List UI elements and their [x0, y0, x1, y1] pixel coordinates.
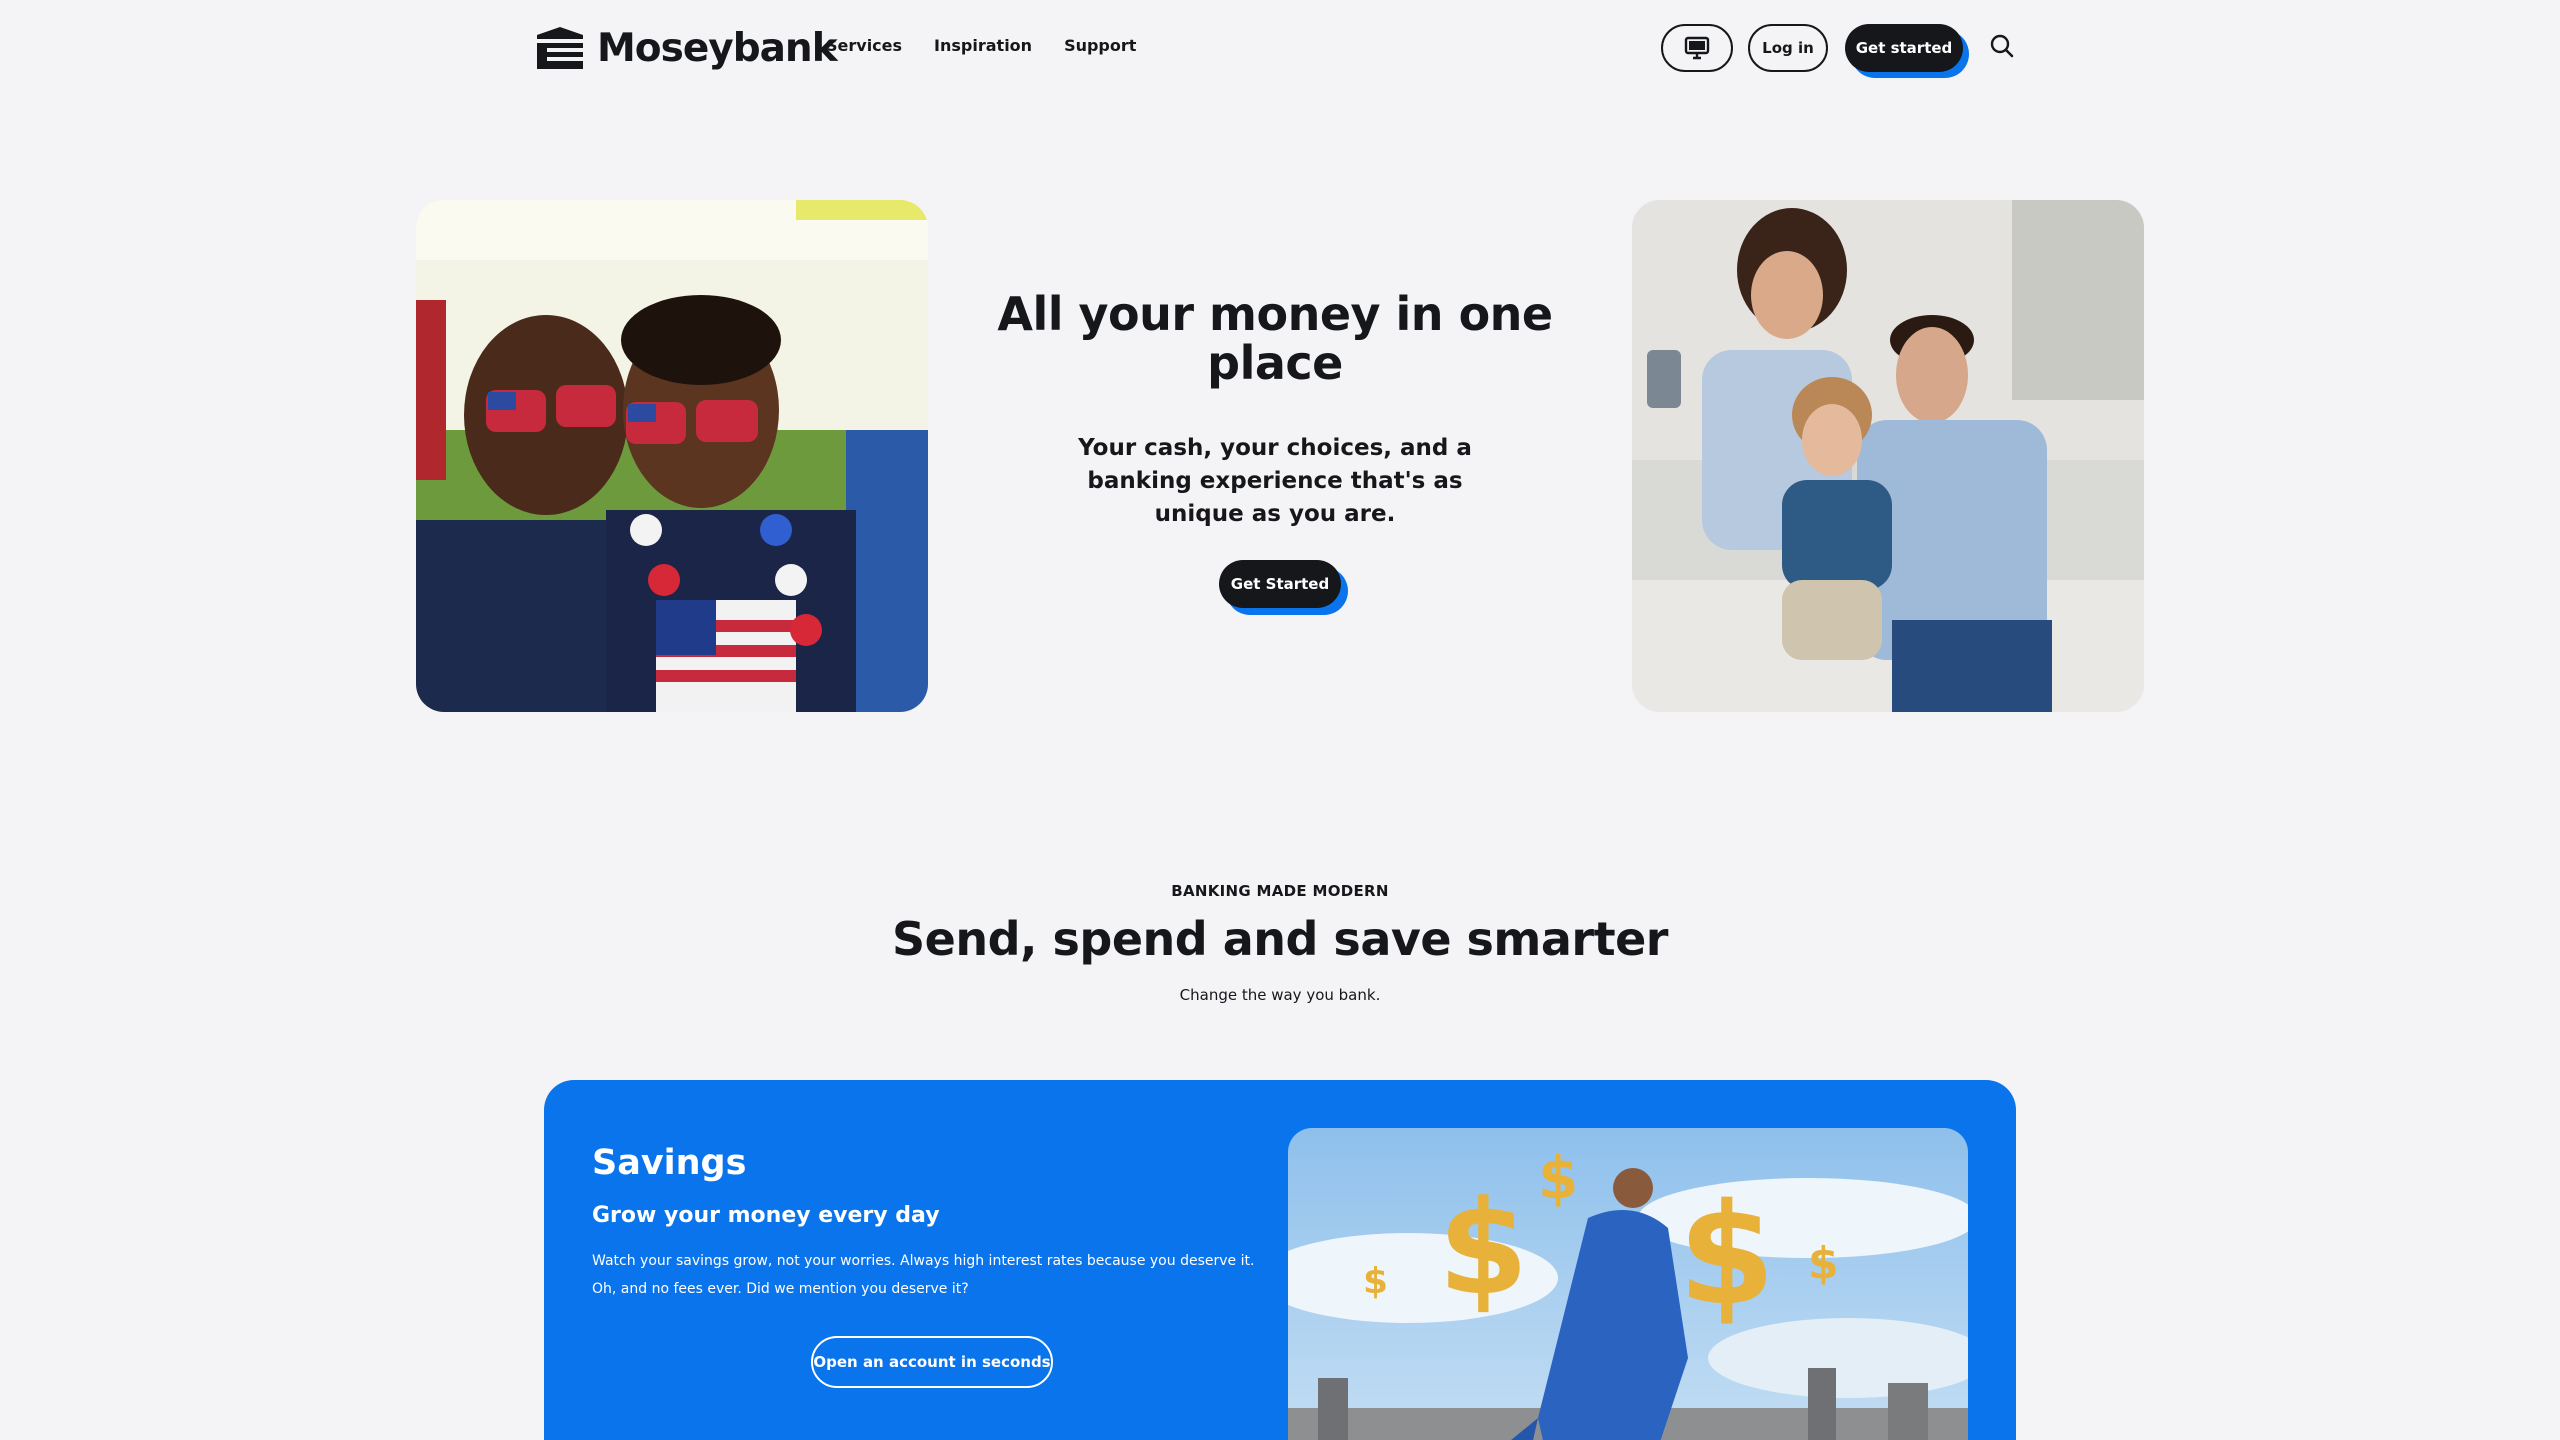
search-icon	[1990, 34, 2014, 58]
brand-name: Moseybank	[597, 25, 838, 71]
search-button[interactable]	[1986, 30, 2018, 62]
savings-body: Watch your savings grow, not your worrie…	[592, 1253, 1255, 1297]
svg-text:$: $	[1678, 1174, 1775, 1337]
savings-card: Savings Grow your money every day Watch …	[544, 1080, 2016, 1440]
svg-text:$: $	[1363, 1261, 1388, 1302]
get-started-header-group: Get started	[1845, 24, 1969, 78]
bank-logo-icon	[537, 27, 583, 69]
nav-item-services[interactable]: Services	[826, 36, 902, 55]
hero-photo-kids-flag-glasses	[416, 200, 928, 712]
svg-text:$: $	[1538, 1144, 1578, 1212]
hero-subtitle: Your cash, your choices, and a banking e…	[1078, 435, 1472, 527]
nav-item-support[interactable]: Support	[1064, 36, 1136, 55]
savings-subtitle: Grow your money every day	[592, 1203, 940, 1228]
brand-logo[interactable]: Moseybank	[535, 24, 838, 72]
hero-text: All your money in one place Your cash, y…	[960, 290, 1590, 531]
section-eyebrow: BANKING MADE MODERN	[1171, 882, 1389, 900]
hero-cta-group: Get Started	[1219, 560, 1348, 615]
open-account-button[interactable]: Open an account in seconds	[811, 1336, 1053, 1388]
main-nav: Services Inspiration Support	[826, 36, 1136, 55]
svg-text:$: $	[1808, 1238, 1839, 1289]
theme-toggle-button[interactable]	[1661, 24, 1733, 72]
hero-get-started-button[interactable]: Get Started	[1219, 560, 1341, 608]
section-subtitle: Change the way you bank.	[1179, 986, 1381, 1004]
nav-item-inspiration[interactable]: Inspiration	[934, 36, 1032, 55]
section-title: Send, spend and save smarter	[892, 912, 1668, 966]
get-started-button[interactable]: Get started	[1845, 24, 1963, 72]
hero-title: All your money in one place	[997, 287, 1553, 390]
login-button[interactable]: Log in	[1748, 24, 1828, 72]
svg-text:$: $	[1438, 1172, 1528, 1324]
site-header: Moseybank Services Inspiration Support L…	[0, 0, 2560, 96]
monitor-icon	[1684, 36, 1710, 60]
savings-title: Savings	[592, 1143, 747, 1183]
savings-photo-dollar-balloons: $ $ $ $ $	[1288, 1128, 1968, 1440]
hero-photo-family-selfie	[1632, 200, 2144, 712]
